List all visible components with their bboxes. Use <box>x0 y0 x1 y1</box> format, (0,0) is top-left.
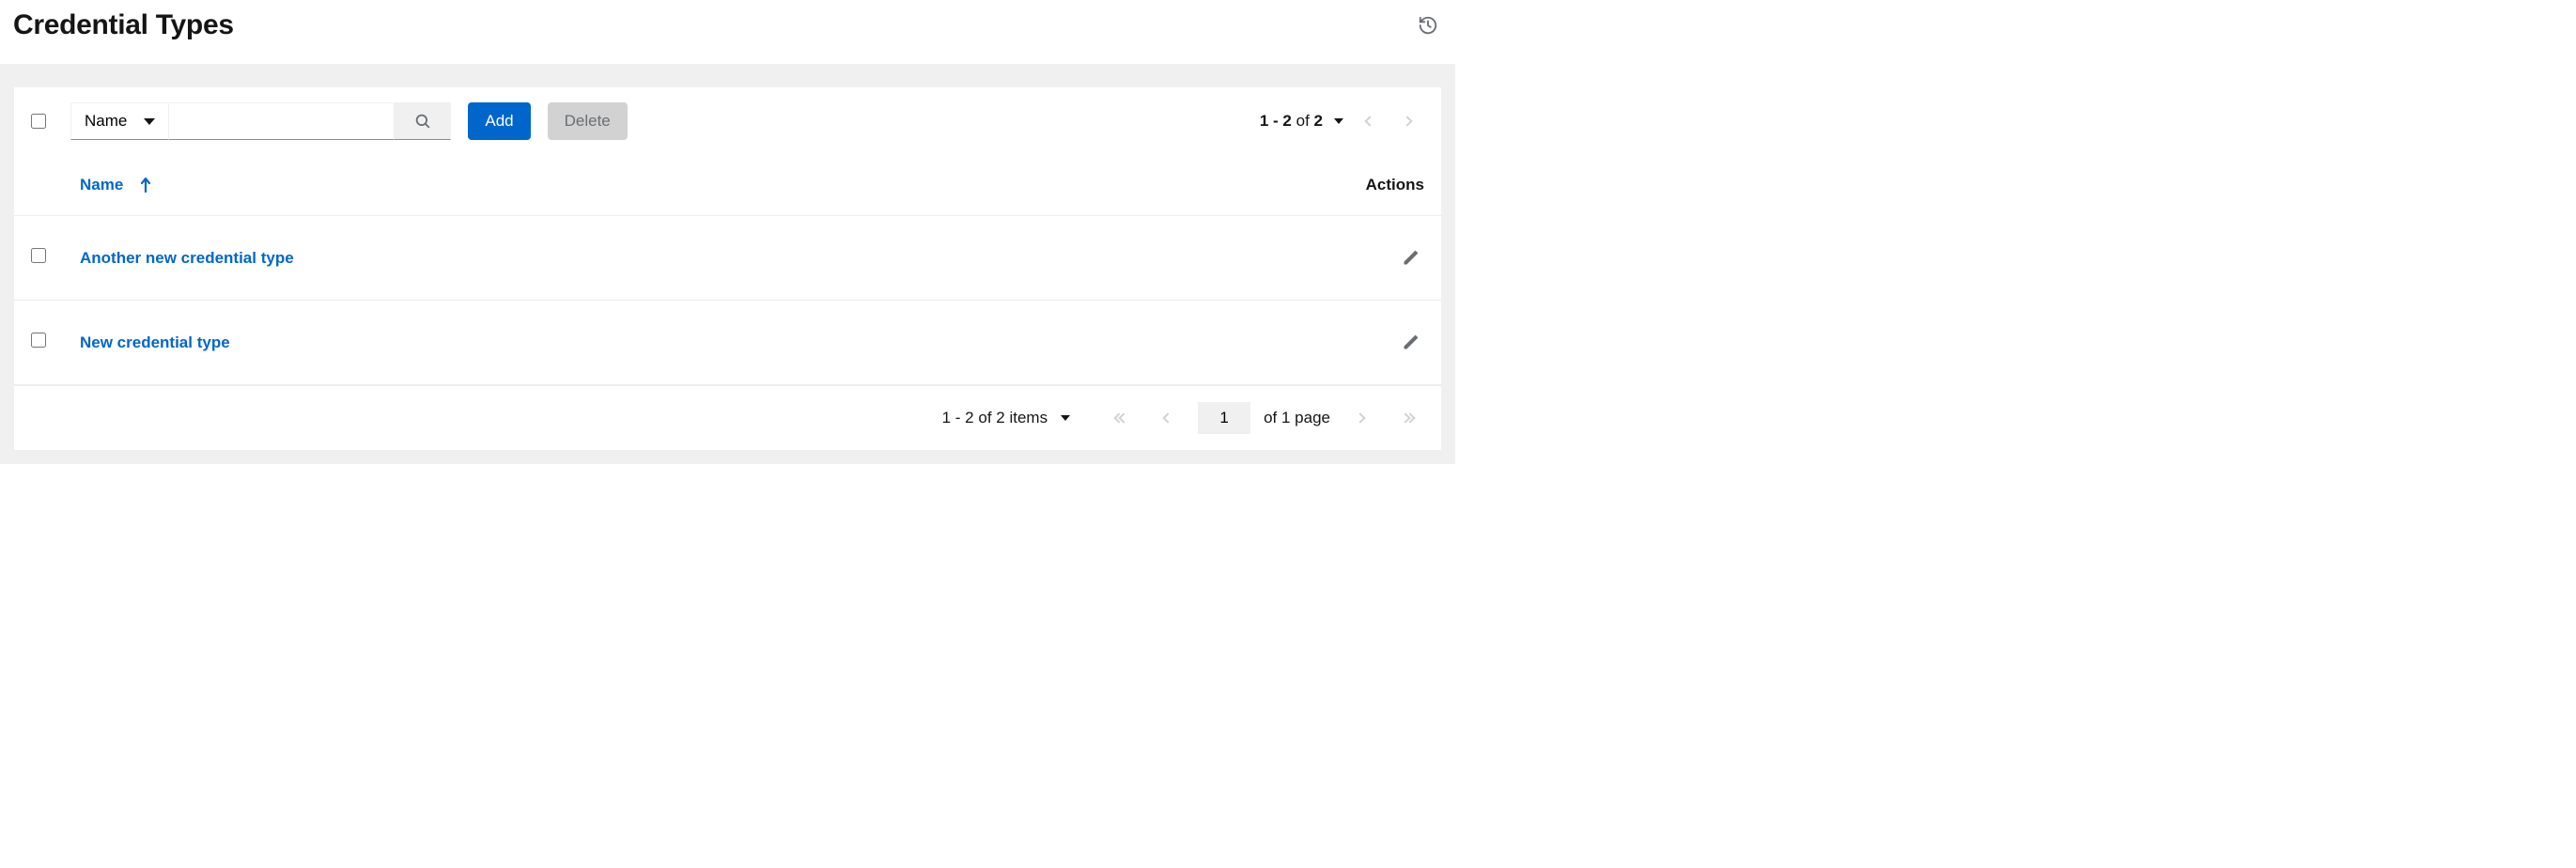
pencil-icon <box>1402 248 1420 267</box>
toolbar: Name Add Delete 1 - 2 of 2 <box>14 87 1441 155</box>
row-checkbox[interactable] <box>31 248 46 263</box>
pagination-bottom-of: of <box>978 409 991 426</box>
credential-type-link[interactable]: Another new credential type <box>80 249 294 267</box>
page-suffix-label: of 1 page <box>1264 409 1330 427</box>
pagination-bottom-total: 2 items <box>996 409 1047 426</box>
sort-ascending-icon <box>140 178 151 193</box>
search-icon <box>414 113 431 130</box>
column-header-actions: Actions <box>1066 155 1441 216</box>
credential-types-table: Name Actions Another new credential type <box>14 155 1441 385</box>
next-page-button <box>1343 401 1377 435</box>
column-header-name-sort[interactable]: Name <box>80 176 151 194</box>
delete-button: Delete <box>548 102 628 140</box>
caret-down-icon <box>144 118 155 125</box>
chevron-right-icon <box>1355 412 1365 423</box>
table-row: Another new credential type <box>14 216 1441 301</box>
next-page-button <box>1390 104 1424 138</box>
page-title: Credential Types <box>13 9 234 41</box>
history-icon[interactable] <box>1414 11 1442 39</box>
caret-down-icon <box>1334 118 1343 124</box>
pagination-top-range: 1 - 2 <box>1260 112 1292 130</box>
pagination-top-total: 2 <box>1314 112 1323 130</box>
last-page-button <box>1390 401 1424 435</box>
column-header-name: Name <box>80 176 123 194</box>
row-checkbox[interactable] <box>31 333 46 348</box>
prev-page-button <box>1353 104 1387 138</box>
pagination-bottom-summary[interactable]: 1 - 2 of 2 items <box>942 409 1070 427</box>
filter-attribute-label: Name <box>85 112 127 131</box>
pencil-icon <box>1402 333 1420 351</box>
first-page-button <box>1104 401 1138 435</box>
pagination-top-summary[interactable]: 1 - 2 of 2 <box>1260 112 1349 131</box>
chevron-right-icon <box>1402 116 1412 126</box>
chevron-left-icon <box>1162 412 1172 423</box>
table-row: New credential type <box>14 301 1441 385</box>
prev-page-button <box>1151 401 1185 435</box>
edit-button[interactable] <box>1398 329 1424 355</box>
page-number-input[interactable] <box>1198 402 1250 434</box>
pagination-bottom-range: 1 - 2 <box>942 409 974 426</box>
pagination-bottom: 1 - 2 of 2 items of 1 page <box>14 385 1441 450</box>
edit-button[interactable] <box>1398 244 1424 271</box>
pagination-top-of: of <box>1296 112 1310 130</box>
filter-attribute-dropdown[interactable]: Name <box>70 102 169 140</box>
caret-down-icon <box>1061 415 1070 421</box>
search-input[interactable] <box>169 102 395 140</box>
chevron-left-icon <box>1364 116 1374 126</box>
search-button[interactable] <box>395 102 451 140</box>
add-button[interactable]: Add <box>468 102 530 140</box>
credential-type-link[interactable]: New credential type <box>80 333 230 351</box>
select-all-checkbox[interactable] <box>31 114 46 129</box>
